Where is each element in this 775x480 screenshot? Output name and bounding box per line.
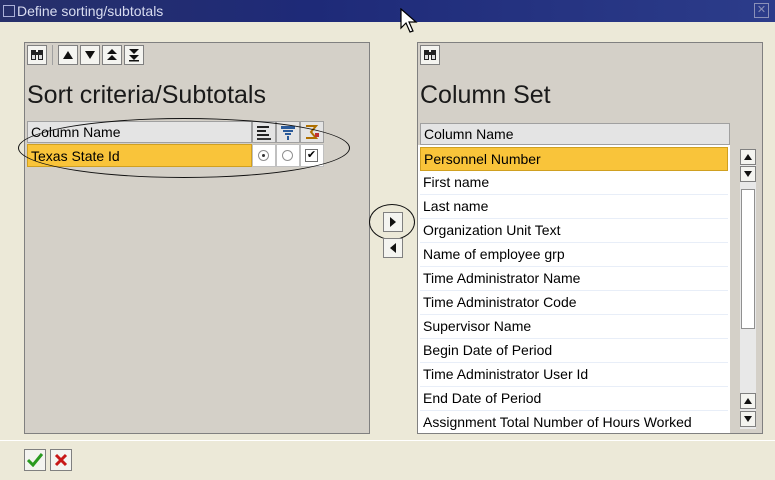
move-bottom-button[interactable] bbox=[124, 45, 144, 65]
list-item[interactable]: Time Administrator Name bbox=[420, 267, 728, 291]
scroll-page-down-button[interactable] bbox=[740, 411, 756, 427]
mouse-pointer-icon bbox=[400, 8, 418, 33]
double-arrow-up-icon bbox=[107, 49, 117, 60]
list-item[interactable]: Time Administrator User Id bbox=[420, 363, 728, 387]
sort-panel-title: Sort criteria/Subtotals bbox=[27, 81, 266, 109]
checkmark-icon bbox=[27, 453, 43, 467]
sort-row-name[interactable]: Texas State Id bbox=[27, 144, 252, 167]
close-window-button[interactable]: ✕ bbox=[754, 3, 769, 18]
move-top-button[interactable] bbox=[102, 45, 122, 65]
descending-header[interactable] bbox=[276, 121, 300, 143]
move-down-button[interactable] bbox=[80, 45, 100, 65]
sort-criteria-panel: Sort criteria/Subtotals Column Name Texa… bbox=[24, 42, 370, 434]
double-arrow-down-icon bbox=[129, 49, 139, 62]
arrow-right-icon bbox=[390, 217, 396, 227]
descending-radio[interactable] bbox=[282, 150, 293, 161]
title-bar[interactable]: Define sorting/subtotals ✕ bbox=[0, 0, 775, 22]
find-button[interactable] bbox=[27, 45, 47, 65]
column-list-scrollbar[interactable] bbox=[740, 149, 756, 429]
sort-ascending-icon bbox=[257, 126, 271, 140]
list-item[interactable]: Time Administrator Code bbox=[420, 291, 728, 315]
subtotal-cell[interactable]: ✔ bbox=[300, 144, 324, 167]
add-to-sort-button[interactable] bbox=[383, 212, 403, 232]
window-title: Define sorting/subtotals bbox=[17, 3, 164, 19]
column-set-toolbar bbox=[420, 45, 440, 67]
find-column-button[interactable] bbox=[420, 45, 440, 65]
list-item[interactable]: First name bbox=[420, 171, 728, 195]
triangle-down-icon bbox=[85, 51, 95, 59]
subtotal-header[interactable] bbox=[300, 121, 324, 143]
list-item[interactable]: Assignment Total Number of Hours Worked bbox=[420, 411, 728, 433]
triangle-up-icon bbox=[63, 51, 73, 59]
confirm-button[interactable] bbox=[24, 449, 46, 471]
triangle-down-icon bbox=[744, 416, 752, 422]
remove-from-sort-button[interactable] bbox=[383, 238, 403, 258]
ascending-header[interactable] bbox=[252, 121, 276, 143]
scroll-up-button[interactable] bbox=[740, 149, 756, 165]
list-item[interactable]: Last name bbox=[420, 195, 728, 219]
column-set-panel: Column Set Column Name Personnel Number … bbox=[417, 42, 763, 434]
window-icon bbox=[3, 5, 15, 17]
ascending-radio[interactable] bbox=[258, 150, 269, 161]
triangle-down-icon bbox=[744, 171, 752, 177]
move-up-button[interactable] bbox=[58, 45, 78, 65]
sort-toolbar bbox=[27, 45, 144, 67]
binoculars-icon bbox=[31, 50, 43, 60]
subtotal-checkbox[interactable]: ✔ bbox=[305, 149, 318, 162]
triangle-up-icon bbox=[744, 398, 752, 404]
list-item[interactable]: Name of employee grp bbox=[420, 243, 728, 267]
scroll-thumb[interactable] bbox=[741, 189, 755, 329]
column-set-title: Column Set bbox=[420, 81, 551, 109]
scroll-down-button[interactable] bbox=[740, 166, 756, 182]
cancel-button[interactable] bbox=[50, 449, 72, 471]
subtotal-icon bbox=[306, 125, 319, 139]
scroll-page-up-button[interactable] bbox=[740, 393, 756, 409]
list-item[interactable]: Begin Date of Period bbox=[420, 339, 728, 363]
list-item[interactable]: End Date of Period bbox=[420, 387, 728, 411]
arrow-left-icon bbox=[390, 243, 396, 253]
dialog-footer bbox=[0, 440, 775, 480]
toolbar-separator bbox=[52, 45, 53, 65]
binoculars-icon bbox=[424, 50, 436, 60]
list-item[interactable]: Supervisor Name bbox=[420, 315, 728, 339]
column-name-header[interactable]: Column Name bbox=[27, 121, 252, 143]
list-item[interactable]: Organization Unit Text bbox=[420, 219, 728, 243]
triangle-up-icon bbox=[744, 154, 752, 160]
descending-cell[interactable] bbox=[276, 144, 300, 167]
column-list[interactable]: Personnel Number First name Last name Or… bbox=[418, 145, 730, 433]
ascending-cell[interactable] bbox=[252, 144, 276, 167]
cross-icon bbox=[54, 453, 68, 467]
sort-descending-icon bbox=[281, 126, 295, 140]
column-set-header[interactable]: Column Name bbox=[420, 123, 730, 145]
list-item[interactable]: Personnel Number bbox=[420, 147, 728, 171]
